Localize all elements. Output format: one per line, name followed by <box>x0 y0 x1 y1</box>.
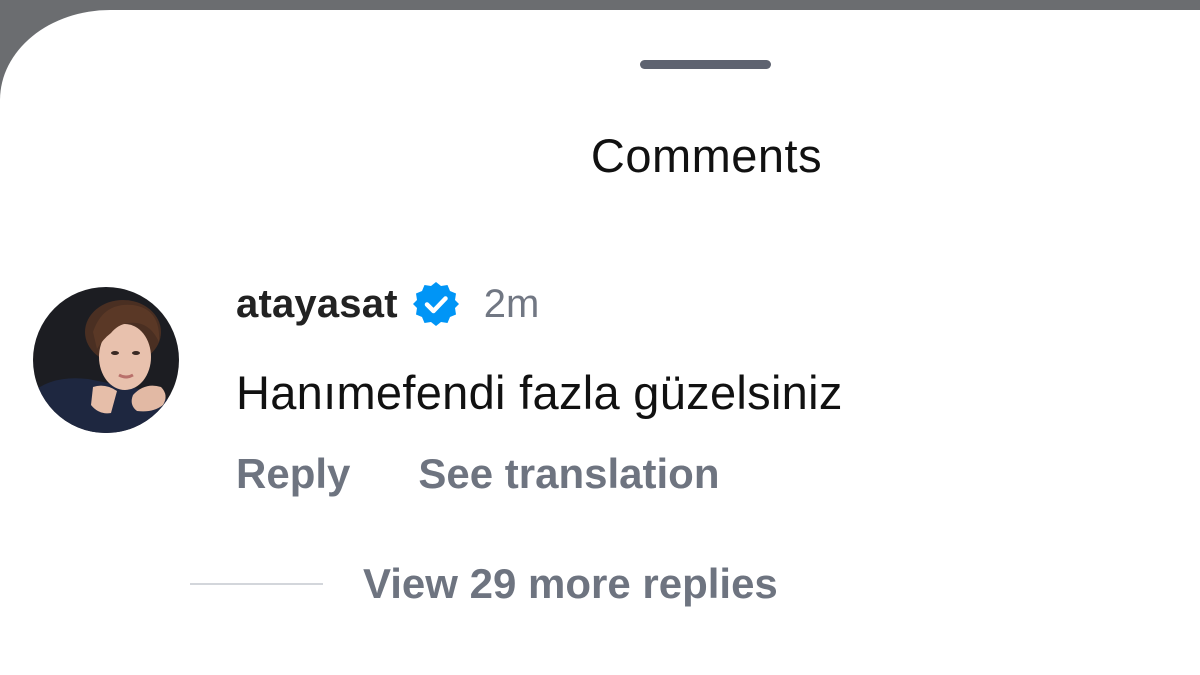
avatar-image <box>33 287 179 433</box>
comment-username[interactable]: atayasat <box>236 282 398 327</box>
sheet-title: Comments <box>590 129 823 182</box>
reply-button[interactable]: Reply <box>236 450 350 498</box>
replies-divider <box>190 583 323 585</box>
view-replies-label: View 29 more replies <box>363 560 778 607</box>
see-translation-button[interactable]: See translation <box>418 450 719 498</box>
verified-badge-icon <box>412 279 462 329</box>
comments-sheet: Comments atayasat 2m Hanımefendi fazla g… <box>0 10 1200 675</box>
avatar[interactable] <box>33 287 179 433</box>
comment-text: Hanımefendi fazla güzelsiniz <box>236 366 843 419</box>
view-replies-button[interactable]: View 29 more replies <box>190 560 778 608</box>
comment-actions: Reply See translation <box>236 450 719 498</box>
drag-handle[interactable] <box>640 60 771 69</box>
comment-time: 2m <box>483 281 540 326</box>
comment-header: atayasat 2m <box>236 276 539 332</box>
